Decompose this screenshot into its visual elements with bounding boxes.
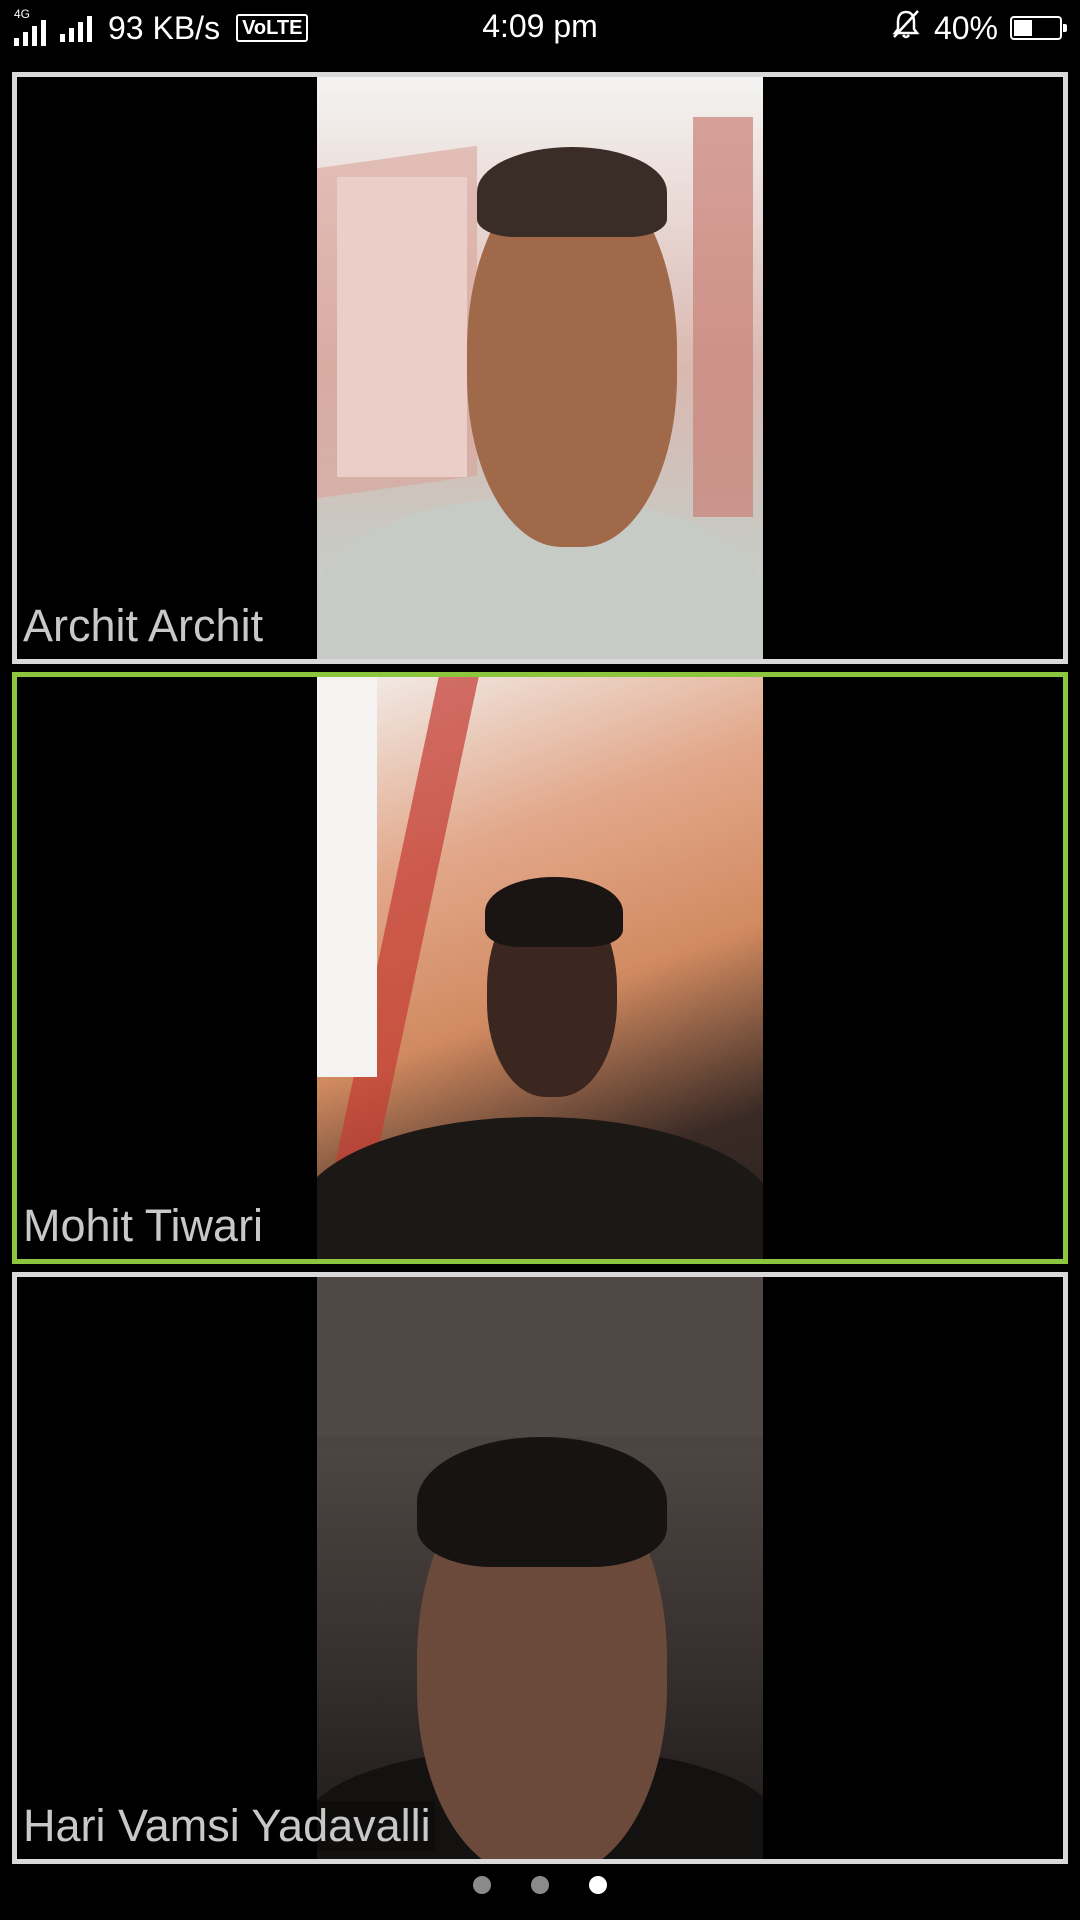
mute-bell-icon (890, 8, 922, 48)
participant-name: Archit Archit (19, 601, 268, 651)
page-dot-2[interactable] (531, 1876, 549, 1894)
participant-name: Mohit Tiwari (19, 1201, 268, 1251)
participant-name: Hari Vamsi Yadavalli (19, 1801, 435, 1851)
page-indicator (0, 1876, 1080, 1894)
video-feed (317, 77, 763, 659)
video-tile-hari[interactable]: Hari Vamsi Yadavalli (12, 1272, 1068, 1864)
video-tile-mohit[interactable]: Mohit Tiwari (12, 672, 1068, 1264)
page-dot-1[interactable] (473, 1876, 491, 1894)
status-right: 40% (890, 8, 1067, 48)
battery-icon (1010, 16, 1067, 40)
video-feed (317, 677, 763, 1259)
video-feed (317, 1277, 763, 1859)
battery-percent: 40% (933, 9, 998, 46)
video-tile-archit[interactable]: Archit Archit (12, 72, 1068, 664)
status-bar: 4G 93 KB/s VoLTE 4:09 pm 40% (0, 0, 1080, 56)
page-dot-3[interactable] (589, 1876, 607, 1894)
